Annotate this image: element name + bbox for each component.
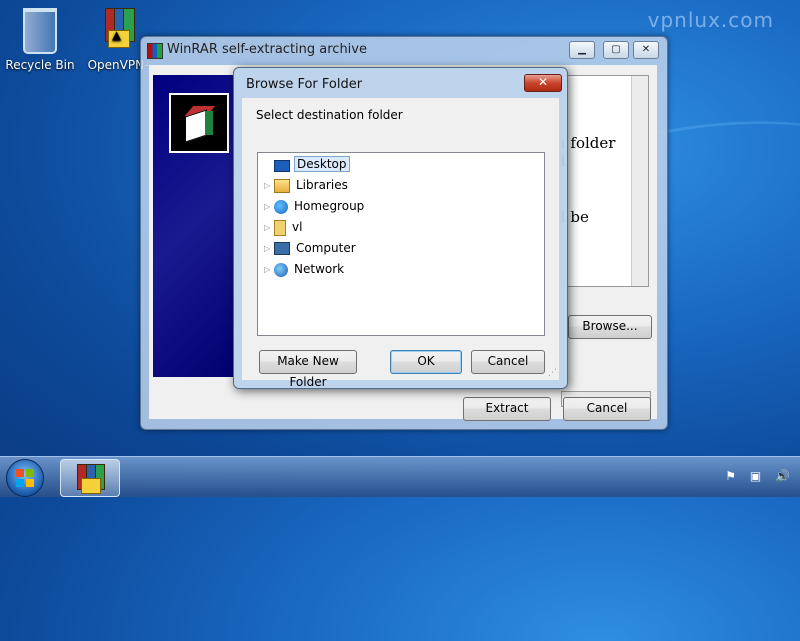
info-text-line: n folder xyxy=(561,134,616,152)
watermark: vpnlux.com xyxy=(647,8,774,32)
tree-item-desktop[interactable]: Desktop xyxy=(264,155,350,174)
dialog-client-area: Select destination folder Desktop ▷ Libra… xyxy=(242,98,559,389)
tree-item-label: Homegroup xyxy=(294,199,365,213)
browse-button[interactable]: Browse... xyxy=(568,315,652,339)
libraries-icon xyxy=(274,178,290,193)
dialog-prompt: Select destination folder xyxy=(256,108,403,122)
minimize-button[interactable]: ▁ xyxy=(569,41,595,59)
tree-item-label: Libraries xyxy=(296,178,348,192)
winrar-taskbar-icon xyxy=(71,462,109,494)
tree-item-label: vl xyxy=(292,220,303,234)
winrar-archive-icon xyxy=(98,8,138,54)
user-folder-icon xyxy=(274,219,286,236)
winrar-logo-icon xyxy=(169,93,229,153)
tree-item-label: Network xyxy=(294,262,345,276)
start-button[interactable] xyxy=(6,459,44,497)
dialog-title: Browse For Folder xyxy=(246,77,363,92)
winrar-app-icon xyxy=(147,43,163,59)
expand-arrow-icon[interactable]: ▷ xyxy=(264,176,274,195)
tree-item-label: Computer xyxy=(296,241,356,255)
vertical-scrollbar[interactable] xyxy=(631,76,648,286)
tree-item-homegroup[interactable]: ▷ Homegroup xyxy=(264,197,366,216)
system-tray: ⚑ ▣ 🔊 xyxy=(715,469,790,483)
cancel-button[interactable]: Cancel xyxy=(563,397,651,421)
make-new-folder-button[interactable]: Make New Folder xyxy=(259,350,357,389)
tree-item-network[interactable]: ▷ Network xyxy=(264,260,346,279)
tree-item-vl[interactable]: ▷ vl xyxy=(264,218,304,237)
tree-item-libraries[interactable]: ▷ Libraries xyxy=(264,176,350,195)
network-tray-icon[interactable]: ▣ xyxy=(750,469,761,483)
expand-arrow-icon[interactable]: ▷ xyxy=(264,218,274,237)
extract-button[interactable]: Extract xyxy=(463,397,551,421)
desktop-icon-recycle-bin[interactable]: Recycle Bin xyxy=(4,8,76,72)
taskbar-winrar-button[interactable] xyxy=(60,459,120,497)
desktop-icon-label: Recycle Bin xyxy=(5,58,75,72)
taskbar: ⚑ ▣ 🔊 xyxy=(0,456,800,497)
ok-button[interactable]: OK xyxy=(390,350,462,374)
tree-item-label: Desktop xyxy=(294,156,350,172)
resize-grip-icon[interactable]: ⋰ xyxy=(548,368,557,378)
expand-arrow-icon[interactable]: ▷ xyxy=(264,260,274,279)
folder-tree[interactable]: Desktop ▷ Libraries ▷ Homegroup ▷ vl ▷ Compu… xyxy=(257,152,545,336)
computer-icon xyxy=(274,242,290,255)
expand-arrow-icon[interactable]: ▷ xyxy=(264,239,274,258)
windows-logo-icon xyxy=(16,469,34,487)
tree-item-computer[interactable]: ▷ Computer xyxy=(264,239,358,258)
recycle-bin-icon xyxy=(20,8,60,54)
volume-icon[interactable]: 🔊 xyxy=(775,469,790,483)
info-text-panel: n folder d ll be xyxy=(561,75,649,287)
banner-panel xyxy=(153,75,233,377)
desktop-icon xyxy=(274,159,290,172)
dialog-close-button[interactable]: ✕ xyxy=(524,74,562,92)
window-title: WinRAR self-extracting archive xyxy=(167,42,367,57)
homegroup-icon xyxy=(274,199,288,214)
dialog-cancel-button[interactable]: Cancel xyxy=(471,350,545,374)
browse-for-folder-dialog: Browse For Folder ✕ Select destination f… xyxy=(233,67,568,389)
network-icon xyxy=(274,262,288,277)
action-center-icon[interactable]: ⚑ xyxy=(725,469,736,483)
close-button[interactable]: ✕ xyxy=(633,41,659,59)
expand-arrow-icon[interactable]: ▷ xyxy=(264,197,274,216)
maximize-button[interactable]: ▢ xyxy=(603,41,629,59)
